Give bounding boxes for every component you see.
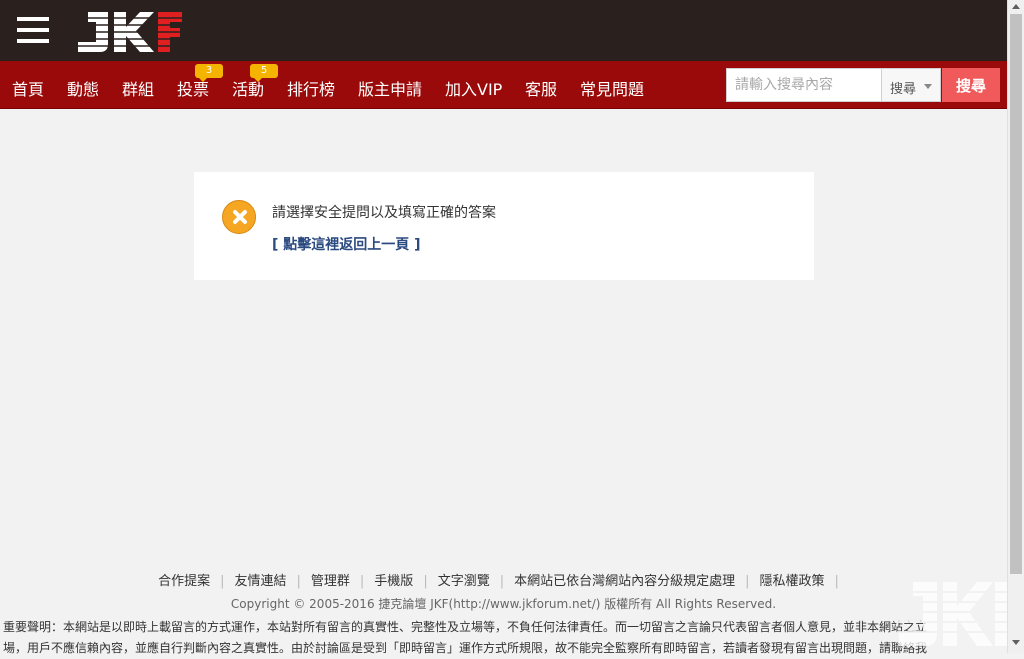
error-message-box: 請選擇安全提問以及填寫正確的答案 [ 點擊這裡返回上一頁 ] bbox=[194, 172, 814, 280]
scrollbar-thumb[interactable] bbox=[1010, 14, 1022, 574]
footer-link-admins[interactable]: 管理群 bbox=[311, 574, 350, 589]
search-type-select[interactable]: 搜尋 bbox=[881, 68, 941, 102]
copyright-text: Copyright © 2005-2016 捷克論壇 JKF(http://ww… bbox=[230, 597, 777, 611]
search-input[interactable] bbox=[726, 68, 882, 102]
error-x-icon bbox=[222, 200, 256, 234]
footer-link-friends[interactable]: 友情連結 bbox=[234, 574, 286, 589]
footer-link-partnership[interactable]: 合作提案 bbox=[158, 574, 210, 589]
nav-label: 動態 bbox=[67, 80, 100, 99]
divider: | bbox=[359, 574, 365, 589]
nav-label: 活動 bbox=[232, 80, 265, 99]
nav-label: 常見問題 bbox=[580, 80, 645, 99]
disclaimer-line: 場，用戶不應信賴內容，並應自行判斷內容之真實性。由於討論區是受到「即時留言」運作… bbox=[3, 641, 928, 655]
nav-item-events[interactable]: 5 活動 bbox=[232, 64, 278, 100]
jkf-logo[interactable] bbox=[74, 10, 184, 54]
chevron-down-icon bbox=[924, 84, 932, 89]
nav-label: 投票 bbox=[177, 80, 210, 99]
events-count-badge: 5 bbox=[250, 64, 278, 82]
nav-label: 首頁 bbox=[12, 80, 45, 99]
divider: | bbox=[296, 574, 301, 589]
nav-item-ranking[interactable]: 排行榜 bbox=[287, 76, 335, 100]
top-header bbox=[0, 0, 1007, 61]
jkf-watermark-logo bbox=[897, 582, 1021, 646]
divider: | bbox=[834, 574, 839, 589]
nav-label: 版主申請 bbox=[358, 80, 423, 99]
search-type-label: 搜尋 bbox=[890, 82, 917, 97]
footer-links: 合作提案 | 友情連結 | 管理群 | 手機版 | 文字瀏覽 | 本網站已依台灣網站內容分級規定處理… bbox=[0, 570, 1007, 589]
footer-link-text-version[interactable]: 文字瀏覽 bbox=[438, 574, 490, 589]
footer-link-privacy[interactable]: 隱私權政策 bbox=[760, 574, 825, 589]
vote-count-badge: 3 bbox=[195, 64, 223, 82]
nav-item-vote[interactable]: 3 投票 bbox=[177, 64, 223, 100]
divider: | bbox=[745, 574, 750, 589]
nav-item-groups[interactable]: 群組 bbox=[122, 76, 154, 100]
nav-label: 排行榜 bbox=[287, 80, 336, 99]
nav-label: 客服 bbox=[525, 80, 558, 99]
divider: | bbox=[220, 574, 225, 589]
go-back-link[interactable]: [ 點擊這裡返回上一頁 ] bbox=[272, 234, 421, 254]
search-button[interactable]: 搜尋 bbox=[942, 68, 1000, 102]
nav-item-faq[interactable]: 常見問題 bbox=[580, 76, 644, 100]
disclaimer-line: 重要聲明：本網站是以即時上載留言的方式運作，本站對所有留言的真實性、完整性及立場… bbox=[3, 620, 928, 634]
nav-item-moderator-apply[interactable]: 版主申請 bbox=[358, 76, 422, 100]
vertical-scrollbar[interactable] bbox=[1007, 0, 1024, 653]
nav-item-home[interactable]: 首頁 bbox=[12, 76, 44, 100]
scroll-down-arrow-icon[interactable] bbox=[1012, 640, 1020, 645]
hamburger-menu-icon[interactable] bbox=[17, 17, 49, 45]
footer-link-mobile[interactable]: 手機版 bbox=[374, 574, 413, 589]
divider: | bbox=[423, 574, 428, 589]
footer-link-content-rating[interactable]: 本網站已依台灣網站內容分級規定處理 bbox=[514, 574, 735, 589]
divider: | bbox=[499, 574, 505, 589]
scroll-up-arrow-icon[interactable] bbox=[1012, 4, 1020, 9]
nav-label: 群組 bbox=[122, 80, 155, 99]
nav-item-join-vip[interactable]: 加入VIP bbox=[445, 76, 502, 100]
nav-item-feed[interactable]: 動態 bbox=[67, 76, 99, 100]
error-message-text: 請選擇安全提問以及填寫正確的答案 bbox=[272, 205, 496, 221]
nav-item-support[interactable]: 客服 bbox=[525, 76, 557, 100]
nav-label: 加入VIP bbox=[445, 80, 503, 99]
